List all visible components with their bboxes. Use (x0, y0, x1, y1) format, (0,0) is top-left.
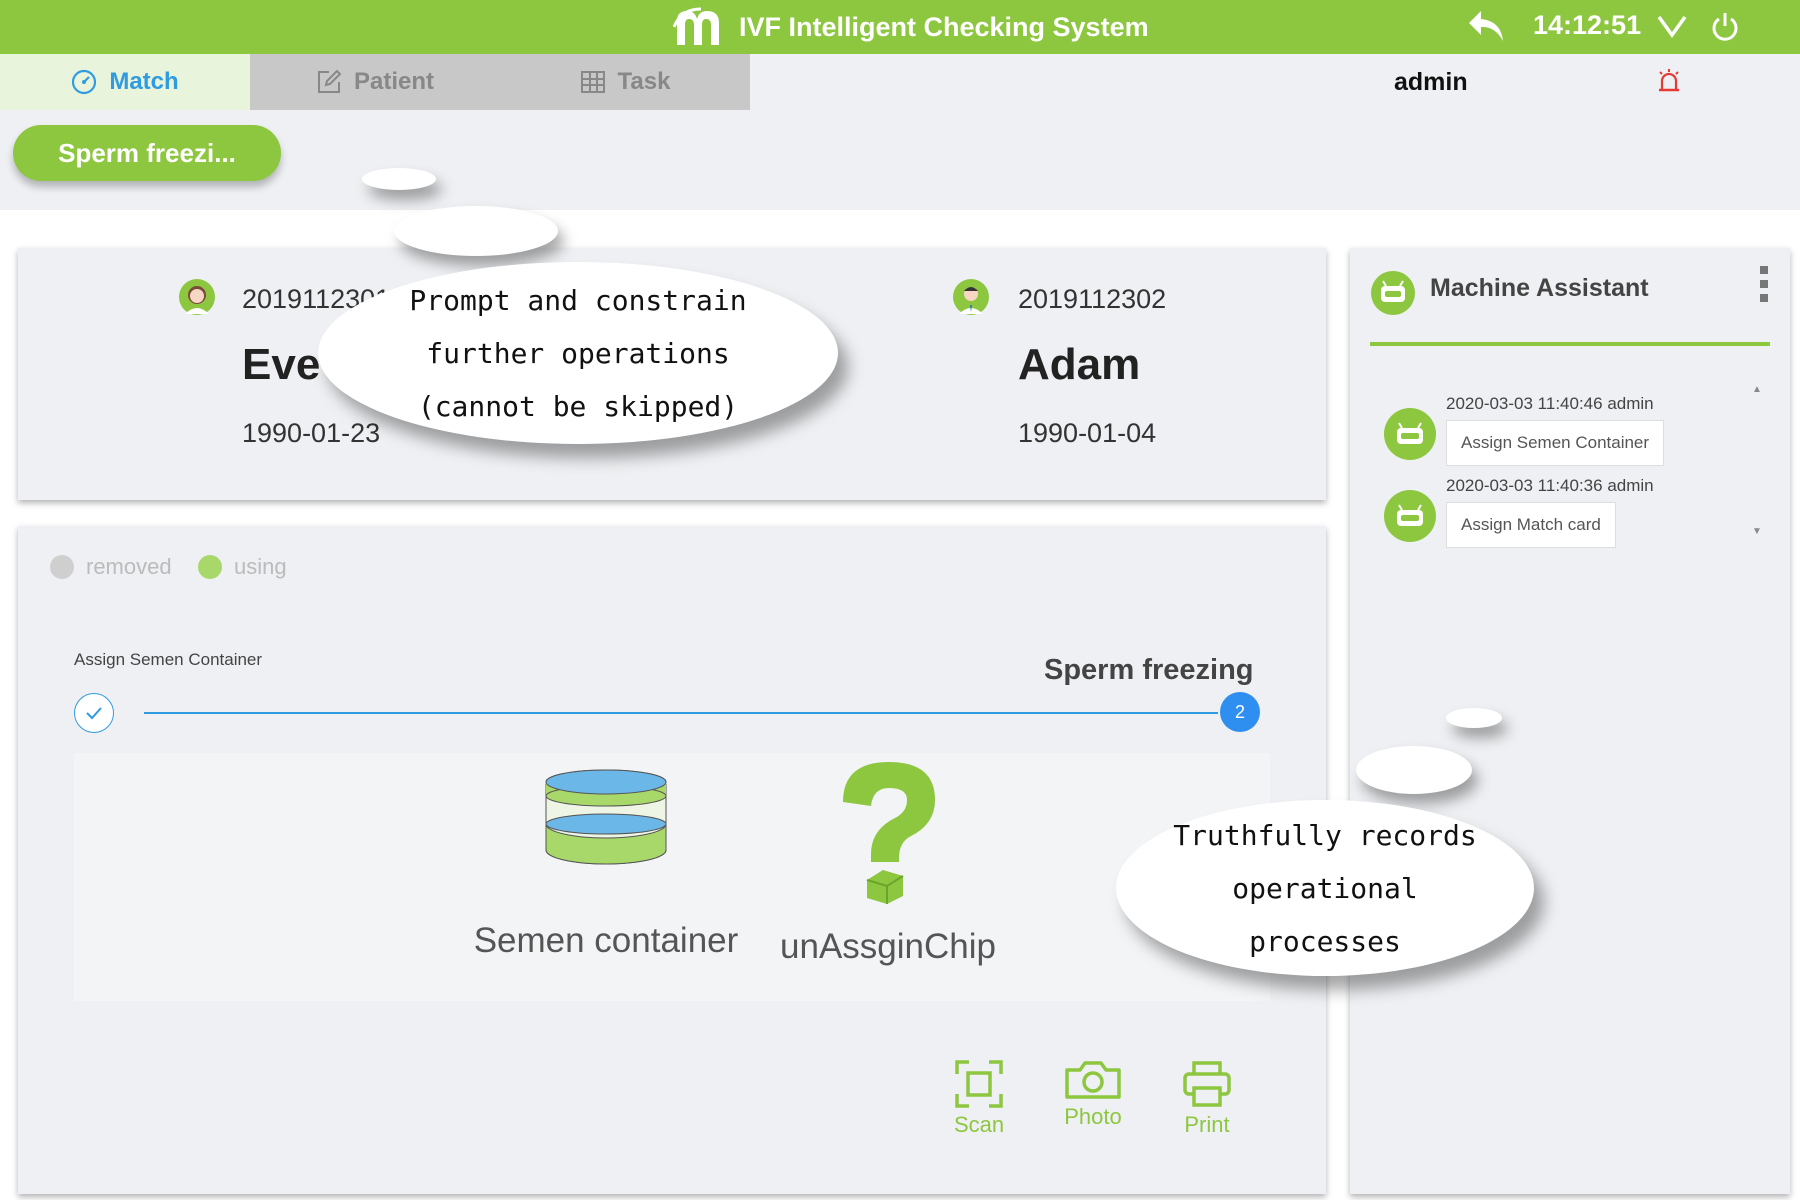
callout-top-line-2: further operations (426, 336, 730, 370)
callout-tail-small (1446, 708, 1502, 728)
assistant-divider (1370, 342, 1770, 346)
brand: IVF Intelligent Checking System (673, 6, 1149, 48)
callout-right-line-3: processes (1249, 924, 1401, 958)
print-label: Print (1184, 1112, 1230, 1137)
log-entry: 2020-03-03 11:40:36 admin Assign Match c… (1384, 476, 1654, 548)
printer-icon (1183, 1061, 1231, 1107)
legend-removed: removed (50, 554, 172, 580)
back-icon[interactable] (1467, 9, 1505, 43)
app-title: IVF Intelligent Checking System (739, 11, 1149, 42)
task-pill[interactable]: Sperm freezi... (13, 125, 281, 181)
log-message: Assign Match card (1446, 502, 1616, 548)
print-button[interactable]: Print (1182, 1060, 1232, 1138)
log-message: Assign Semen Container (1446, 420, 1665, 466)
scroll-up-arrow[interactable]: ▲ (1752, 384, 1762, 395)
legend-using: using (198, 554, 287, 580)
tab-task[interactable]: Task (500, 54, 750, 110)
callout-tail-medium (394, 206, 558, 256)
edit-icon (317, 69, 342, 93)
robot-icon (1371, 271, 1415, 315)
male-avatar-icon (953, 279, 989, 315)
callout-tail-medium (1356, 746, 1472, 794)
male-patient-dob: 1990-01-04 (1018, 418, 1157, 448)
using-dot (198, 555, 222, 579)
female-patient-dob: 1990-01-23 (242, 418, 381, 448)
callout-tail-small (362, 168, 436, 190)
current-user[interactable]: admin (1394, 68, 1468, 97)
female-patient-name: Eve (242, 340, 321, 389)
semen-container-icon (545, 769, 667, 865)
legend-removed-label: removed (86, 554, 172, 579)
log-meta: 2020-03-03 11:40:36 admin (1446, 476, 1654, 495)
male-patient-id: 2019112302 (1018, 284, 1167, 314)
more-menu-icon[interactable] (1758, 266, 1770, 308)
step-done-label: Assign Semen Container (74, 650, 263, 669)
photo-button[interactable]: Photo (1064, 1060, 1122, 1130)
tab-match[interactable]: Match (0, 54, 250, 110)
log-entry: 2020-03-03 11:40:46 admin Assign Semen C… (1384, 394, 1665, 466)
photo-label: Photo (1064, 1104, 1122, 1129)
robot-icon (1384, 408, 1436, 460)
top-bar: IVF Intelligent Checking System 14:12:51 (0, 0, 1800, 54)
legend-using-label: using (234, 554, 287, 579)
chip-label: unAssginChip (780, 927, 996, 966)
table-icon (580, 71, 605, 93)
dashboard-icon (72, 69, 97, 95)
callout-right-line-2: operational (1232, 871, 1418, 905)
robot-icon (1384, 490, 1436, 542)
tab-patient-label: Patient (353, 68, 434, 95)
semen-container-item[interactable]: Semen container (436, 766, 776, 961)
scan-button[interactable]: Scan (954, 1060, 1004, 1138)
scan-label: Scan (954, 1112, 1005, 1137)
callout-top-line-3: (cannot be skipped) (417, 389, 739, 423)
log-meta: 2020-03-03 11:40:46 admin (1446, 394, 1654, 413)
logo-icon (673, 7, 719, 45)
semen-container-label: Semen container (473, 921, 739, 960)
chip-item[interactable]: unAssginChip (738, 758, 1038, 967)
callout-top-line-1: Prompt and constrain (409, 283, 747, 317)
callout-bubble-top: Prompt and constrain further operations … (318, 262, 838, 444)
tab-patient[interactable]: Patient (250, 54, 500, 110)
camera-icon (1065, 1061, 1121, 1099)
tab-match-label: Match (109, 68, 179, 95)
tab-task-label: Task (617, 68, 671, 95)
step-current-marker: 2 (1220, 692, 1260, 732)
scan-icon (955, 1060, 1003, 1108)
alarm-icon[interactable] (1656, 68, 1682, 94)
power-icon[interactable] (1710, 11, 1740, 43)
machine-assistant-panel: Machine Assistant 2020-03-03 11:40:46 ad… (1350, 248, 1790, 1194)
step-connector (144, 712, 1218, 714)
female-avatar-icon (179, 279, 215, 315)
assistant-title: Machine Assistant (1430, 274, 1649, 302)
scroll-down-arrow[interactable]: ▼ (1752, 526, 1762, 537)
step-current-label: Sperm freezing (1044, 654, 1254, 686)
callout-bubble-right: Truthfully records operational processes (1116, 800, 1534, 976)
question-icon (843, 762, 935, 904)
main-tabs: Match Patient Task (0, 54, 750, 110)
removed-dot (50, 555, 74, 579)
callout-right-line-1: Truthfully records (1173, 818, 1477, 852)
male-patient-name: Adam (1018, 340, 1141, 389)
check-icon (86, 707, 102, 720)
step-done-marker (74, 693, 114, 733)
chevron-down-icon[interactable] (1656, 13, 1688, 39)
clock: 14:12:51 (1533, 10, 1642, 40)
